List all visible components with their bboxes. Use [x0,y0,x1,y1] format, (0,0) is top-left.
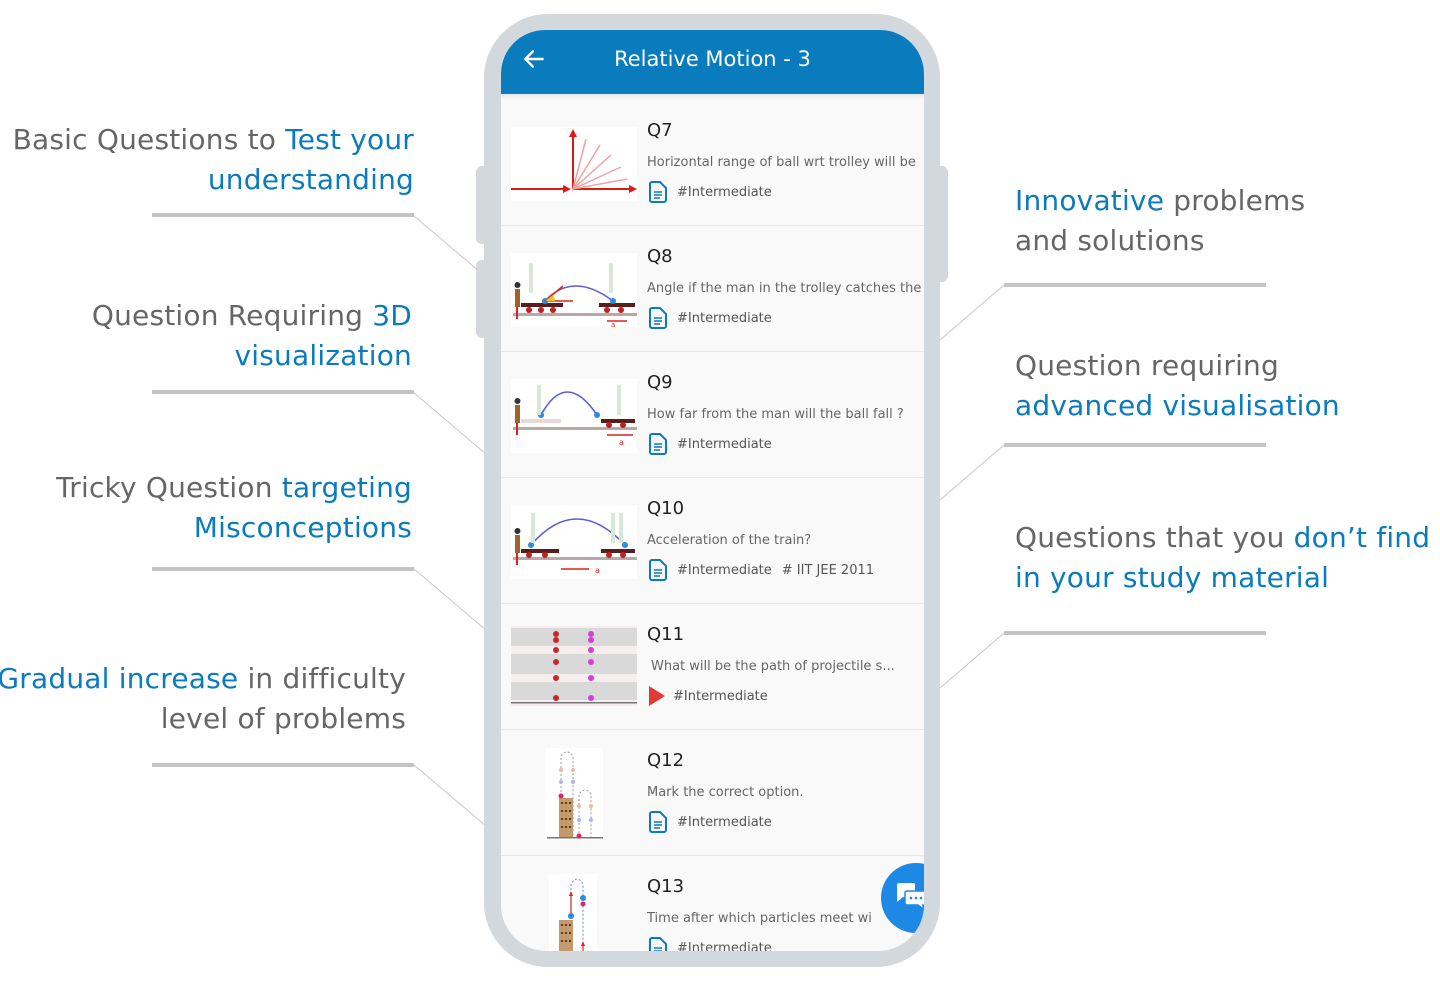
difficulty-tag: #Intermediate [673,688,768,704]
question-item-q9[interactable]: a Q9 How far from the man will the ball … [501,352,924,478]
question-thumbnail [511,626,637,706]
document-icon [649,181,667,203]
document-icon [649,307,667,329]
question-item-q7[interactable]: Q7 Horizontal range of ball wrt trolley … [501,100,924,226]
callout-3d-visualization: Question Requiring 3D visualization [91,299,412,372]
page-title: Relative Motion - 3 [614,47,811,71]
question-thumbnail: a [511,379,637,453]
document-icon [649,811,667,833]
exam-tag: # IIT JEE 2011 [781,562,875,578]
question-item-q10[interactable]: a Q10 Acceleration of the train? #Interm… [501,478,924,604]
question-thumbnail [549,874,597,951]
difficulty-tag: #Intermediate [677,436,772,452]
tag-row: #Intermediate [649,180,782,204]
callout-rule [152,567,414,571]
tag-row: #Intermediate [649,306,782,330]
app-bar: Relative Motion - 3 [501,30,924,94]
question-thumbnail: a [511,253,637,327]
svg-text:a: a [595,566,600,575]
question-number: Q10 [647,498,685,519]
question-item-q11[interactable]: Q11 What will be the path of projectile … [501,604,924,730]
tag-row: #Intermediate [649,684,778,708]
callout-innovative-problems: Innovative problems and solutions [1015,184,1306,257]
question-text: Acceleration of the train? [647,533,812,548]
train-illustration: a [513,513,637,575]
svg-text:a: a [619,438,624,447]
strobe-projectile-illustration [511,626,637,706]
question-number: Q9 [647,372,673,393]
vector-arrows-illustration [511,129,637,193]
callout-rule [152,390,414,394]
callout-basic-questions: Basic Questions to Test your understandi… [12,123,414,196]
two-buildings-illustration [547,751,603,839]
callout-rule [1004,443,1266,447]
question-number: Q13 [647,876,685,897]
question-number: Q11 [647,624,685,645]
question-number: Q12 [647,750,685,771]
callout-tricky-question: Tricky Question targeting Misconceptions [56,471,412,544]
play-icon [649,686,665,706]
difficulty-tag: #Intermediate [677,562,772,578]
difficulty-tag: #Intermediate [677,940,772,952]
callout-advanced-visualisation: Question requiring advanced visualisatio… [1015,349,1340,422]
question-thumbnail [511,127,637,201]
question-number: Q8 [647,246,673,267]
trolley-fall-illustration: a [513,385,637,447]
building-particles-illustration [559,878,586,951]
chat-bubbles-icon [897,883,924,911]
document-icon [649,433,667,455]
question-list[interactable]: Q7 Horizontal range of ball wrt trolley … [501,100,924,951]
callout-rule [1004,283,1266,287]
callout-rule [152,213,414,217]
question-text: Horizontal range of ball wrt trolley wil… [647,155,916,170]
difficulty-tag: #Intermediate [677,310,772,326]
question-thumbnail [545,748,603,840]
question-thumbnail: a [511,505,637,579]
question-item-q8[interactable]: a Q8 Angle if the man in the trolley cat… [501,226,924,352]
question-text: What will be the path of projectile s... [651,659,895,674]
tag-row: #Intermediate [649,936,782,951]
callout-rule [152,763,414,767]
svg-text:a: a [611,321,615,327]
question-text: Mark the correct option. [647,785,804,800]
tag-row: #Intermediate # IIT JEE 2011 [649,558,884,582]
question-text: Angle if the man in the trolley catches … [647,281,922,296]
phone-screen: Relative Motion - 3 Q7 Horizontal range … [501,30,924,951]
question-text: How far from the man will the ball fall … [647,407,904,422]
callout-not-in-study-material: Questions that you don’t find in your st… [1015,521,1431,594]
callout-rule [1004,631,1266,635]
question-text: Time after which particles meet wi [647,911,872,926]
tag-row: #Intermediate [649,432,782,456]
difficulty-tag: #Intermediate [677,814,772,830]
question-item-q13[interactable]: Q13 Time after which particles meet wi #… [501,856,924,951]
trolley-angle-illustration: a [513,263,637,327]
tag-row: #Intermediate [649,810,782,834]
document-icon [649,559,667,581]
question-item-q12[interactable]: Q12 Mark the correct option. #Intermedia… [501,730,924,856]
difficulty-tag: #Intermediate [677,184,772,200]
question-number: Q7 [647,120,673,141]
document-icon [649,937,667,951]
callout-gradual-increase: Gradual increase in difficulty level of … [0,662,406,735]
